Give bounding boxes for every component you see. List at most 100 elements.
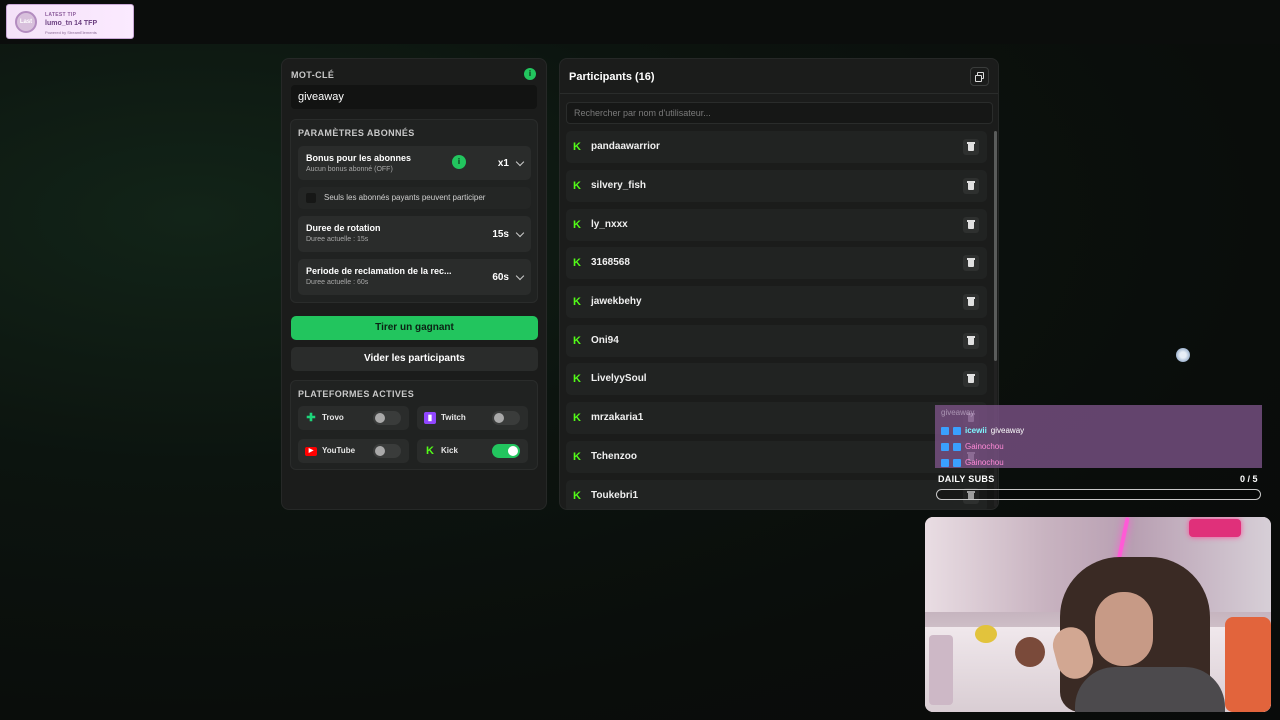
tip-powered-by: Powered by StreamElements <box>45 30 97 35</box>
participant-name: 3168568 <box>591 257 630 268</box>
participant-name: mrzakaria1 <box>591 412 644 423</box>
badge-icon <box>941 442 949 451</box>
badge-icon <box>941 458 949 467</box>
chat-line: Gainochou <box>941 442 1004 451</box>
participant-name: Oni94 <box>591 335 619 346</box>
bonus-select[interactable]: x1 <box>497 154 525 172</box>
participant-row: Kly_nxxx <box>566 209 987 241</box>
rotation-select-value: 15s <box>492 228 509 240</box>
kick-icon: K <box>573 296 581 308</box>
kick-icon: K <box>426 445 434 457</box>
claim-select[interactable]: 60s <box>492 268 525 286</box>
badge-icon <box>953 442 961 451</box>
participant-list: Kpandaawarrior Ksilvery_fish Kly_nxxx K3… <box>566 131 990 509</box>
rotation-row: Duree de rotation Duree actuelle : 15s 1… <box>298 216 531 252</box>
chat-line: icewii giveaway <box>941 426 1024 435</box>
copy-button[interactable] <box>970 67 989 86</box>
kick-toggle[interactable] <box>492 444 520 458</box>
kick-icon: K <box>573 335 581 347</box>
trovo-toggle[interactable] <box>373 411 401 425</box>
paid-only-row[interactable]: Seuls les abonnés payants peuvent partic… <box>298 187 531 209</box>
participant-name: pandaawarrior <box>591 141 660 152</box>
chat-user: Gainochou <box>965 442 1004 451</box>
kick-icon: K <box>573 219 581 231</box>
youtube-icon: ▶ <box>305 447 317 456</box>
webcam-feed <box>925 517 1271 712</box>
delete-icon[interactable] <box>963 333 979 349</box>
daily-subs-count: 0 / 5 <box>1240 474 1258 484</box>
chat-message: giveaway <box>990 426 1025 435</box>
paid-only-checkbox[interactable] <box>306 193 316 203</box>
daily-subs-label: DAILY SUBS <box>938 474 995 484</box>
active-platforms-header: PLATEFORMES ACTIVES <box>298 389 415 399</box>
delete-icon[interactable] <box>963 371 979 387</box>
delete-icon[interactable] <box>963 217 979 233</box>
participant-row: K Toukebri1 <box>566 480 987 509</box>
kick-icon: K <box>573 412 581 424</box>
chevron-down-icon <box>515 228 525 237</box>
chat-line: giveaway <box>941 408 974 417</box>
twitch-toggle[interactable] <box>492 411 520 425</box>
tip-kicker: LATEST TIP <box>45 12 77 18</box>
badge-icon <box>941 426 949 435</box>
platform-trovo: ✚ Trovo <box>298 406 409 430</box>
info-icon[interactable]: i <box>524 68 536 80</box>
subscriber-settings-header: PARAMÈTRES ABONNÉS <box>298 128 415 138</box>
participant-search-input[interactable]: Rechercher par nom d'utilisateur... <box>566 102 993 124</box>
claim-title: Periode de reclamation de la rec... <box>306 266 452 276</box>
participant-row: K LivelyySoul <box>566 363 987 395</box>
platform-twitch: ▮ Twitch <box>417 406 528 430</box>
participant-row: Kjawekbehy <box>566 286 987 318</box>
claim-select-value: 60s <box>492 271 509 283</box>
trovo-icon: ✚ <box>306 412 316 424</box>
delete-icon[interactable] <box>963 178 979 194</box>
delete-icon[interactable] <box>963 139 979 155</box>
mouse-cursor-icon <box>1176 348 1190 362</box>
participant-row: Ksilvery_fish <box>566 170 987 202</box>
paid-only-label: Seuls les abonnés payants peuvent partic… <box>324 193 486 202</box>
youtube-toggle[interactable] <box>373 444 401 458</box>
participant-name: jawekbehy <box>591 296 642 307</box>
participant-row: Kpandaawarrior <box>566 131 987 163</box>
platform-kick: K Kick <box>417 439 528 463</box>
draw-winner-button[interactable]: Tirer un gagnant <box>291 316 538 340</box>
participant-row: K Tchenzoo <box>566 441 987 473</box>
platform-name: Twitch <box>441 413 466 422</box>
kick-icon: K <box>573 257 581 269</box>
delete-icon[interactable] <box>963 294 979 310</box>
participant-name: LivelyySoul <box>591 373 647 384</box>
kick-icon: K <box>573 451 581 463</box>
participants-title: Participants (16) <box>569 71 655 83</box>
delete-icon[interactable] <box>963 255 979 271</box>
keyword-input[interactable]: giveaway <box>291 85 537 109</box>
platform-name: Trovo <box>322 413 344 422</box>
participants-panel: Participants (16) Rechercher par nom d'u… <box>559 58 999 510</box>
tip-text: lumo_tn 14 TFP <box>45 20 98 27</box>
kick-icon: K <box>573 141 581 153</box>
chat-message: giveaway <box>941 408 975 417</box>
rotation-select[interactable]: 15s <box>492 225 525 243</box>
clear-participants-button[interactable]: Vider les participants <box>291 347 538 371</box>
claim-subtitle: Duree actuelle : 60s <box>306 279 369 286</box>
chat-line: Gainochou <box>941 458 1004 467</box>
chevron-down-icon <box>515 157 525 166</box>
bonus-info-icon[interactable]: i <box>452 155 466 169</box>
badge-icon <box>953 458 961 467</box>
chat-user: icewii <box>965 426 987 435</box>
active-platforms-box: PLATEFORMES ACTIVES ✚ Trovo ▮ Twitch ▶ Y… <box>290 380 538 470</box>
participant-name: Tchenzoo <box>591 451 637 462</box>
keyword-label: MOT-CLÉ <box>291 70 335 80</box>
participant-name: silvery_fish <box>591 180 647 191</box>
latest-tip-widget: Last LATEST TIP lumo_tn 14 TFP Powered b… <box>6 4 134 39</box>
subscriber-bonus-row: Bonus pour les abonnes Aucun bonus abonn… <box>298 146 531 180</box>
daily-subs-progress <box>936 489 1261 500</box>
bonus-select-value: x1 <box>497 157 509 169</box>
tip-avatar: Last <box>15 11 37 33</box>
kick-icon: K <box>573 373 581 385</box>
rotation-subtitle: Duree actuelle : 15s <box>306 236 369 243</box>
badge-icon <box>953 426 961 435</box>
platform-name: YouTube <box>322 446 356 455</box>
kick-icon: K <box>573 180 581 192</box>
scrollbar-thumb[interactable] <box>994 131 997 361</box>
claim-period-row: Periode de reclamation de la rec... Dure… <box>298 259 531 295</box>
